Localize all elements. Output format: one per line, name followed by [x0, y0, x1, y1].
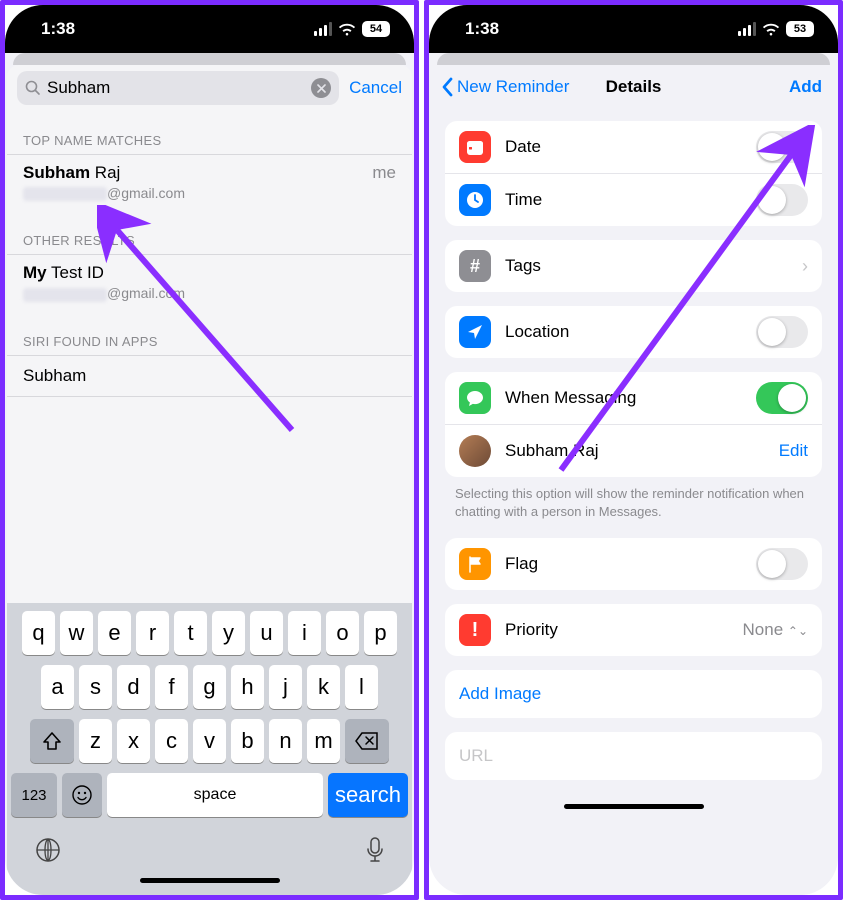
section-other: OTHER RESULTS	[7, 209, 412, 254]
key-u[interactable]: u	[250, 611, 283, 655]
key-e[interactable]: e	[98, 611, 131, 655]
phone-left: 1:38 54 Cancel TOP NAME MATCHES	[0, 0, 419, 900]
key-p[interactable]: p	[364, 611, 397, 655]
me-tag: me	[372, 163, 396, 183]
emoji-key[interactable]	[62, 773, 102, 817]
toggle-messaging[interactable]	[756, 382, 808, 414]
key-i[interactable]: i	[288, 611, 321, 655]
toggle-time[interactable]	[756, 184, 808, 216]
status-time: 1:38	[41, 19, 75, 39]
key-f[interactable]: f	[155, 665, 188, 709]
avatar	[459, 435, 491, 467]
home-indicator[interactable]	[564, 804, 704, 809]
key-q[interactable]: q	[22, 611, 55, 655]
row-when-messaging[interactable]: When Messaging	[445, 372, 822, 424]
row-priority[interactable]: ! Priority None ⌃⌄	[445, 604, 822, 656]
phone-right: 1:38 53 New Reminder Details Add Date	[424, 0, 843, 900]
shift-key[interactable]	[30, 719, 74, 763]
space-key[interactable]: space	[107, 773, 323, 817]
add-button[interactable]: Add	[789, 77, 822, 97]
message-icon	[466, 390, 484, 407]
cancel-button[interactable]: Cancel	[349, 78, 402, 98]
hash-icon: #	[470, 256, 480, 277]
key-l[interactable]: l	[345, 665, 378, 709]
key-c[interactable]: c	[155, 719, 188, 763]
toggle-date[interactable]	[756, 131, 808, 163]
key-n[interactable]: n	[269, 719, 302, 763]
key-r[interactable]: r	[136, 611, 169, 655]
row-url[interactable]: URL	[445, 732, 822, 780]
home-indicator[interactable]	[140, 878, 280, 883]
key-z[interactable]: z	[79, 719, 112, 763]
key-v[interactable]: v	[193, 719, 226, 763]
key-x[interactable]: x	[117, 719, 150, 763]
key-d[interactable]: d	[117, 665, 150, 709]
row-tags[interactable]: # Tags ›	[445, 240, 822, 292]
contact-row-subham[interactable]: Subham Raj me @gmail.com	[7, 154, 412, 209]
search-input[interactable]	[47, 78, 311, 98]
signal-icon	[738, 22, 756, 36]
footnote: Selecting this option will show the remi…	[431, 477, 836, 524]
email-blurred	[23, 187, 107, 201]
row-location[interactable]: Location	[445, 306, 822, 358]
sheet-background	[437, 53, 830, 65]
status-bar: 1:38 54	[5, 5, 414, 53]
chevron-left-icon	[441, 77, 453, 97]
priority-icon: !	[472, 619, 479, 642]
search-field[interactable]	[17, 71, 339, 105]
status-bar: 1:38 53	[429, 5, 838, 53]
globe-icon[interactable]	[35, 837, 61, 870]
key-t[interactable]: t	[174, 611, 207, 655]
key-y[interactable]: y	[212, 611, 245, 655]
toggle-flag[interactable]	[756, 548, 808, 580]
toggle-location[interactable]	[756, 316, 808, 348]
clear-icon[interactable]	[311, 78, 331, 98]
updown-icon: ⌃⌄	[788, 624, 808, 638]
keyboard: qwertyuiop asdfghjkl zxcvbnm 123	[7, 603, 412, 895]
mic-icon[interactable]	[366, 837, 384, 870]
key-s[interactable]: s	[79, 665, 112, 709]
backspace-key[interactable]	[345, 719, 389, 763]
row-time[interactable]: Time	[445, 173, 822, 226]
row-contact[interactable]: Subham Raj Edit	[445, 424, 822, 477]
clock-icon	[466, 191, 484, 209]
battery-icon: 54	[362, 21, 390, 37]
key-m[interactable]: m	[307, 719, 340, 763]
key-h[interactable]: h	[231, 665, 264, 709]
wifi-icon	[762, 23, 780, 36]
calendar-icon	[466, 139, 484, 156]
edit-button[interactable]: Edit	[779, 441, 808, 461]
flag-icon	[468, 556, 483, 573]
contact-row-test-id[interactable]: My Test ID @gmail.com	[7, 254, 412, 309]
key-k[interactable]: k	[307, 665, 340, 709]
status-time: 1:38	[465, 19, 499, 39]
location-icon	[467, 324, 483, 340]
section-top-name: TOP NAME MATCHES	[7, 109, 412, 154]
search-icon	[25, 80, 41, 96]
section-siri: SIRI FOUND IN APPS	[7, 310, 412, 355]
key-g[interactable]: g	[193, 665, 226, 709]
signal-icon	[314, 22, 332, 36]
key-a[interactable]: a	[41, 665, 74, 709]
number-key[interactable]: 123	[11, 773, 57, 817]
row-add-image[interactable]: Add Image	[445, 670, 822, 718]
sheet-background	[13, 53, 406, 65]
key-o[interactable]: o	[326, 611, 359, 655]
siri-result[interactable]: Subham	[7, 355, 412, 397]
back-button[interactable]: New Reminder	[441, 77, 569, 97]
key-w[interactable]: w	[60, 611, 93, 655]
key-b[interactable]: b	[231, 719, 264, 763]
chevron-right-icon: ›	[802, 256, 808, 277]
row-flag[interactable]: Flag	[445, 538, 822, 590]
wifi-icon	[338, 23, 356, 36]
search-key[interactable]: search	[328, 773, 408, 817]
email-blurred	[23, 288, 107, 302]
key-j[interactable]: j	[269, 665, 302, 709]
row-date[interactable]: Date	[445, 121, 822, 173]
battery-icon: 53	[786, 21, 814, 37]
